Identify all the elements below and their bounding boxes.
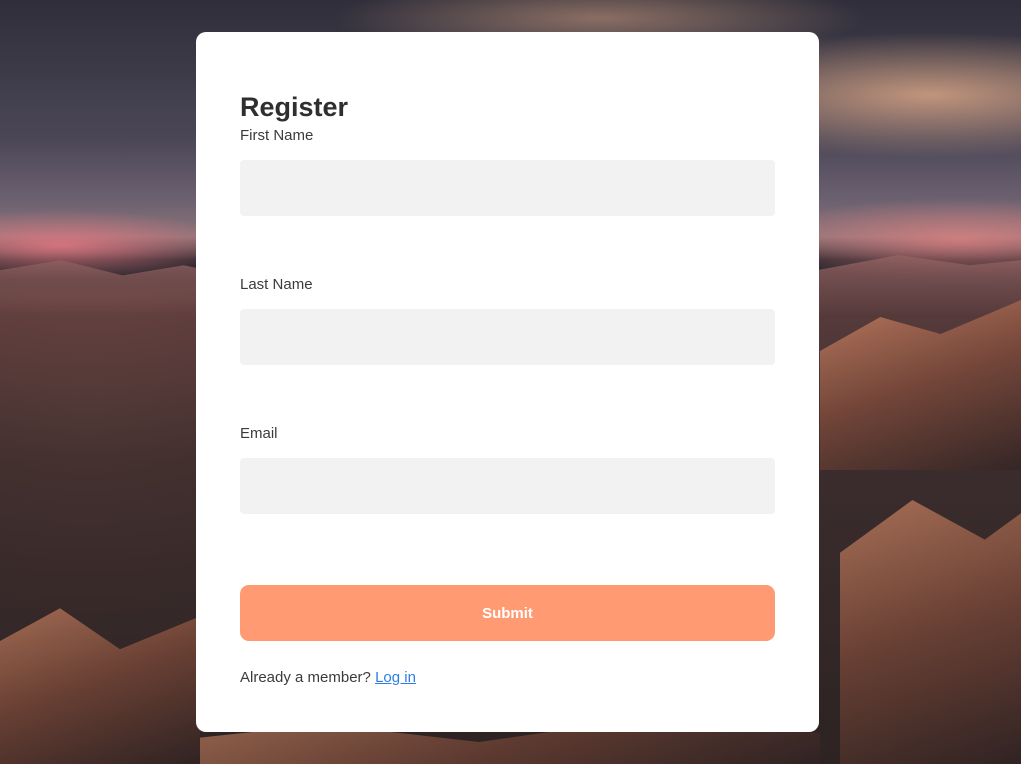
last-name-label: Last Name — [240, 276, 313, 293]
first-name-input[interactable] — [240, 160, 775, 216]
background-rock — [840, 500, 1021, 764]
submit-button[interactable]: Submit — [240, 585, 775, 641]
email-input[interactable] — [240, 458, 775, 514]
email-label: Email — [240, 425, 278, 442]
email-field: Email — [240, 424, 775, 514]
register-card: Register First Name Last Name Email Subm… — [196, 32, 819, 732]
form-title: Register — [240, 92, 349, 122]
login-prompt: Already a member? Log in — [240, 668, 775, 688]
first-name-label: First Name — [240, 127, 314, 144]
last-name-field: Last Name — [240, 275, 775, 365]
first-name-field: First Name — [240, 126, 775, 216]
login-link[interactable]: Log in — [375, 669, 416, 686]
login-prompt-text: Already a member? — [240, 669, 371, 686]
last-name-input[interactable] — [240, 309, 775, 365]
